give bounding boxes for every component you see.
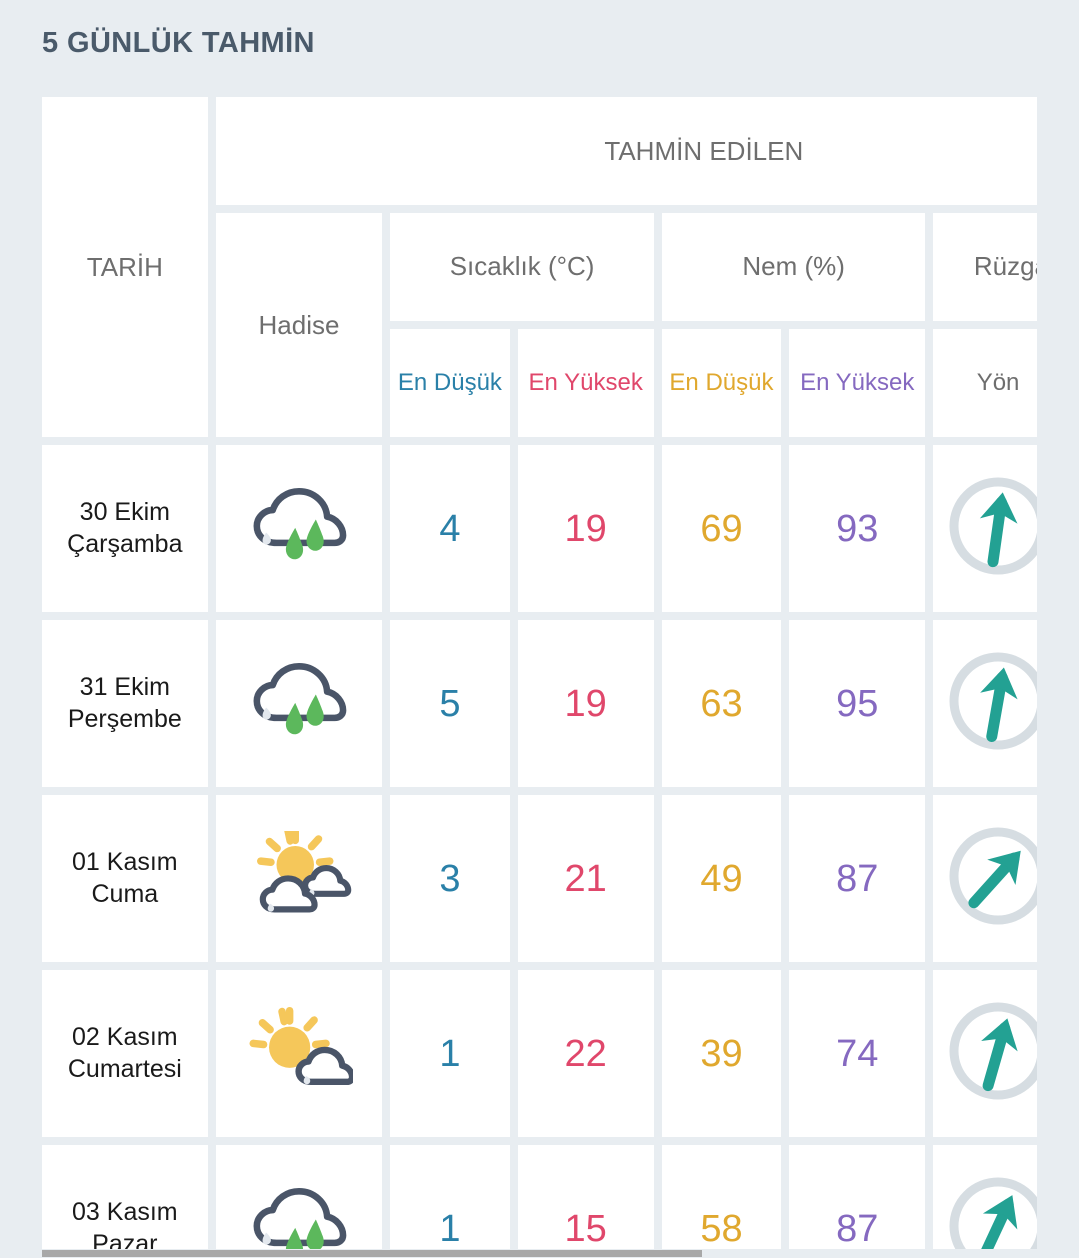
horizontal-scrollbar-thumb[interactable] — [42, 1250, 702, 1257]
arrow-down-icon — [946, 649, 1037, 753]
cell-humidity-max: 87 — [789, 1145, 926, 1249]
cell-date: 30 Ekim Çarşamba — [42, 445, 208, 612]
rain-cloud-icon — [253, 663, 347, 735]
cell-date: 03 Kasım Pazar — [42, 1145, 208, 1249]
cell-humidity-max: 93 — [789, 445, 926, 612]
arrow-down-right-icon — [946, 824, 1037, 928]
date-day: 31 Ekim — [79, 673, 170, 702]
table-body: 30 Ekim Çarşamba 4 19 69 93 11 31 Ekim P… — [42, 445, 1037, 1249]
cell-humidity-max: 74 — [789, 970, 926, 1137]
cell-temp-max: 15 — [517, 1145, 654, 1249]
header-humidity-max: En Yüksek — [789, 329, 926, 437]
cell-humidity-min: 58 — [661, 1145, 782, 1249]
cell-weather-icon — [215, 795, 383, 962]
horizontal-scrollbar[interactable] — [0, 1249, 1079, 1258]
cell-wind-direction — [933, 445, 1037, 612]
cell-wind-direction — [933, 795, 1037, 962]
table-row: 03 Kasım Pazar 1 15 58 87 8 — [42, 1145, 1037, 1249]
cell-temp-max: 19 — [517, 620, 654, 787]
date-weekday: Cuma — [91, 879, 159, 908]
table-row: 02 Kasım Cumartesi 1 22 39 74 6 — [42, 970, 1037, 1137]
cell-weather-icon — [215, 620, 383, 787]
table-header: TARİH TAHMİN EDİLEN Hadise Sıcaklık (°C)… — [42, 97, 1037, 437]
header-wind: Rüzgar (km/sa) — [933, 213, 1037, 321]
date-day: 30 Ekim — [79, 498, 170, 527]
cell-temp-max: 19 — [517, 445, 654, 612]
cell-humidity-min: 69 — [661, 445, 782, 612]
date-weekday: Perşembe — [67, 704, 182, 733]
cell-temp-max: 22 — [517, 970, 654, 1137]
cell-temp-max: 21 — [517, 795, 654, 962]
cell-wind-direction — [933, 1145, 1037, 1249]
forecast-table-viewport[interactable]: TARİH TAHMİN EDİLEN Hadise Sıcaklık (°C)… — [42, 97, 1037, 1249]
sun-cloud-icon — [249, 1006, 353, 1086]
cell-humidity-max: 95 — [789, 620, 926, 787]
cell-weather-icon — [215, 1145, 383, 1249]
cell-temp-min: 1 — [390, 1145, 510, 1249]
header-temp-max: En Yüksek — [517, 329, 654, 437]
cell-wind-direction — [933, 970, 1037, 1137]
cell-temp-min: 4 — [390, 445, 510, 612]
cell-date: 02 Kasım Cumartesi — [42, 970, 208, 1137]
arrow-down-right-icon — [946, 1174, 1037, 1249]
cell-wind-direction — [933, 620, 1037, 787]
table-row: 31 Ekim Perşembe 5 19 63 95 7 — [42, 620, 1037, 787]
cell-humidity-max: 87 — [789, 795, 926, 962]
header-forecast-group: TAHMİN EDİLEN — [215, 97, 1037, 205]
arrow-down-icon — [946, 474, 1037, 578]
date-day: 02 Kasım — [72, 1023, 178, 1052]
date-weekday: Pazar — [92, 1229, 158, 1250]
date-weekday: Çarşamba — [67, 529, 183, 558]
header-humidity: Nem (%) — [661, 213, 926, 321]
header-event: Hadise — [215, 213, 383, 437]
cell-temp-min: 1 — [390, 970, 510, 1137]
forecast-table: TARİH TAHMİN EDİLEN Hadise Sıcaklık (°C)… — [42, 97, 1037, 1249]
table-row: 30 Ekim Çarşamba 4 19 69 93 11 — [42, 445, 1037, 612]
date-weekday: Cumartesi — [67, 1054, 182, 1083]
header-wind-direction: Yön — [933, 329, 1037, 437]
cell-humidity-min: 39 — [661, 970, 782, 1137]
date-day: 03 Kasım — [72, 1198, 178, 1227]
arrow-down-icon — [946, 999, 1037, 1103]
cell-temp-min: 3 — [390, 795, 510, 962]
page-title: 5 GÜNLÜK TAHMİN — [42, 27, 315, 59]
cell-humidity-min: 63 — [661, 620, 782, 787]
cell-weather-icon — [215, 445, 383, 612]
rain-cloud-icon — [253, 488, 347, 560]
header-date: TARİH — [42, 97, 208, 437]
header-temp-min: En Düşük — [390, 329, 510, 437]
cell-humidity-min: 49 — [661, 795, 782, 962]
header-temperature: Sıcaklık (°C) — [390, 213, 654, 321]
rain-cloud-icon — [253, 1188, 347, 1249]
cell-date: 01 Kasım Cuma — [42, 795, 208, 962]
sun-two-clouds-icon — [256, 831, 352, 913]
date-day: 01 Kasım — [72, 848, 178, 877]
cell-temp-min: 5 — [390, 620, 510, 787]
cell-weather-icon — [215, 970, 383, 1137]
table-row: 01 Kasım Cuma 3 21 49 87 7 — [42, 795, 1037, 962]
cell-date: 31 Ekim Perşembe — [42, 620, 208, 787]
header-humidity-min: En Düşük — [661, 329, 782, 437]
